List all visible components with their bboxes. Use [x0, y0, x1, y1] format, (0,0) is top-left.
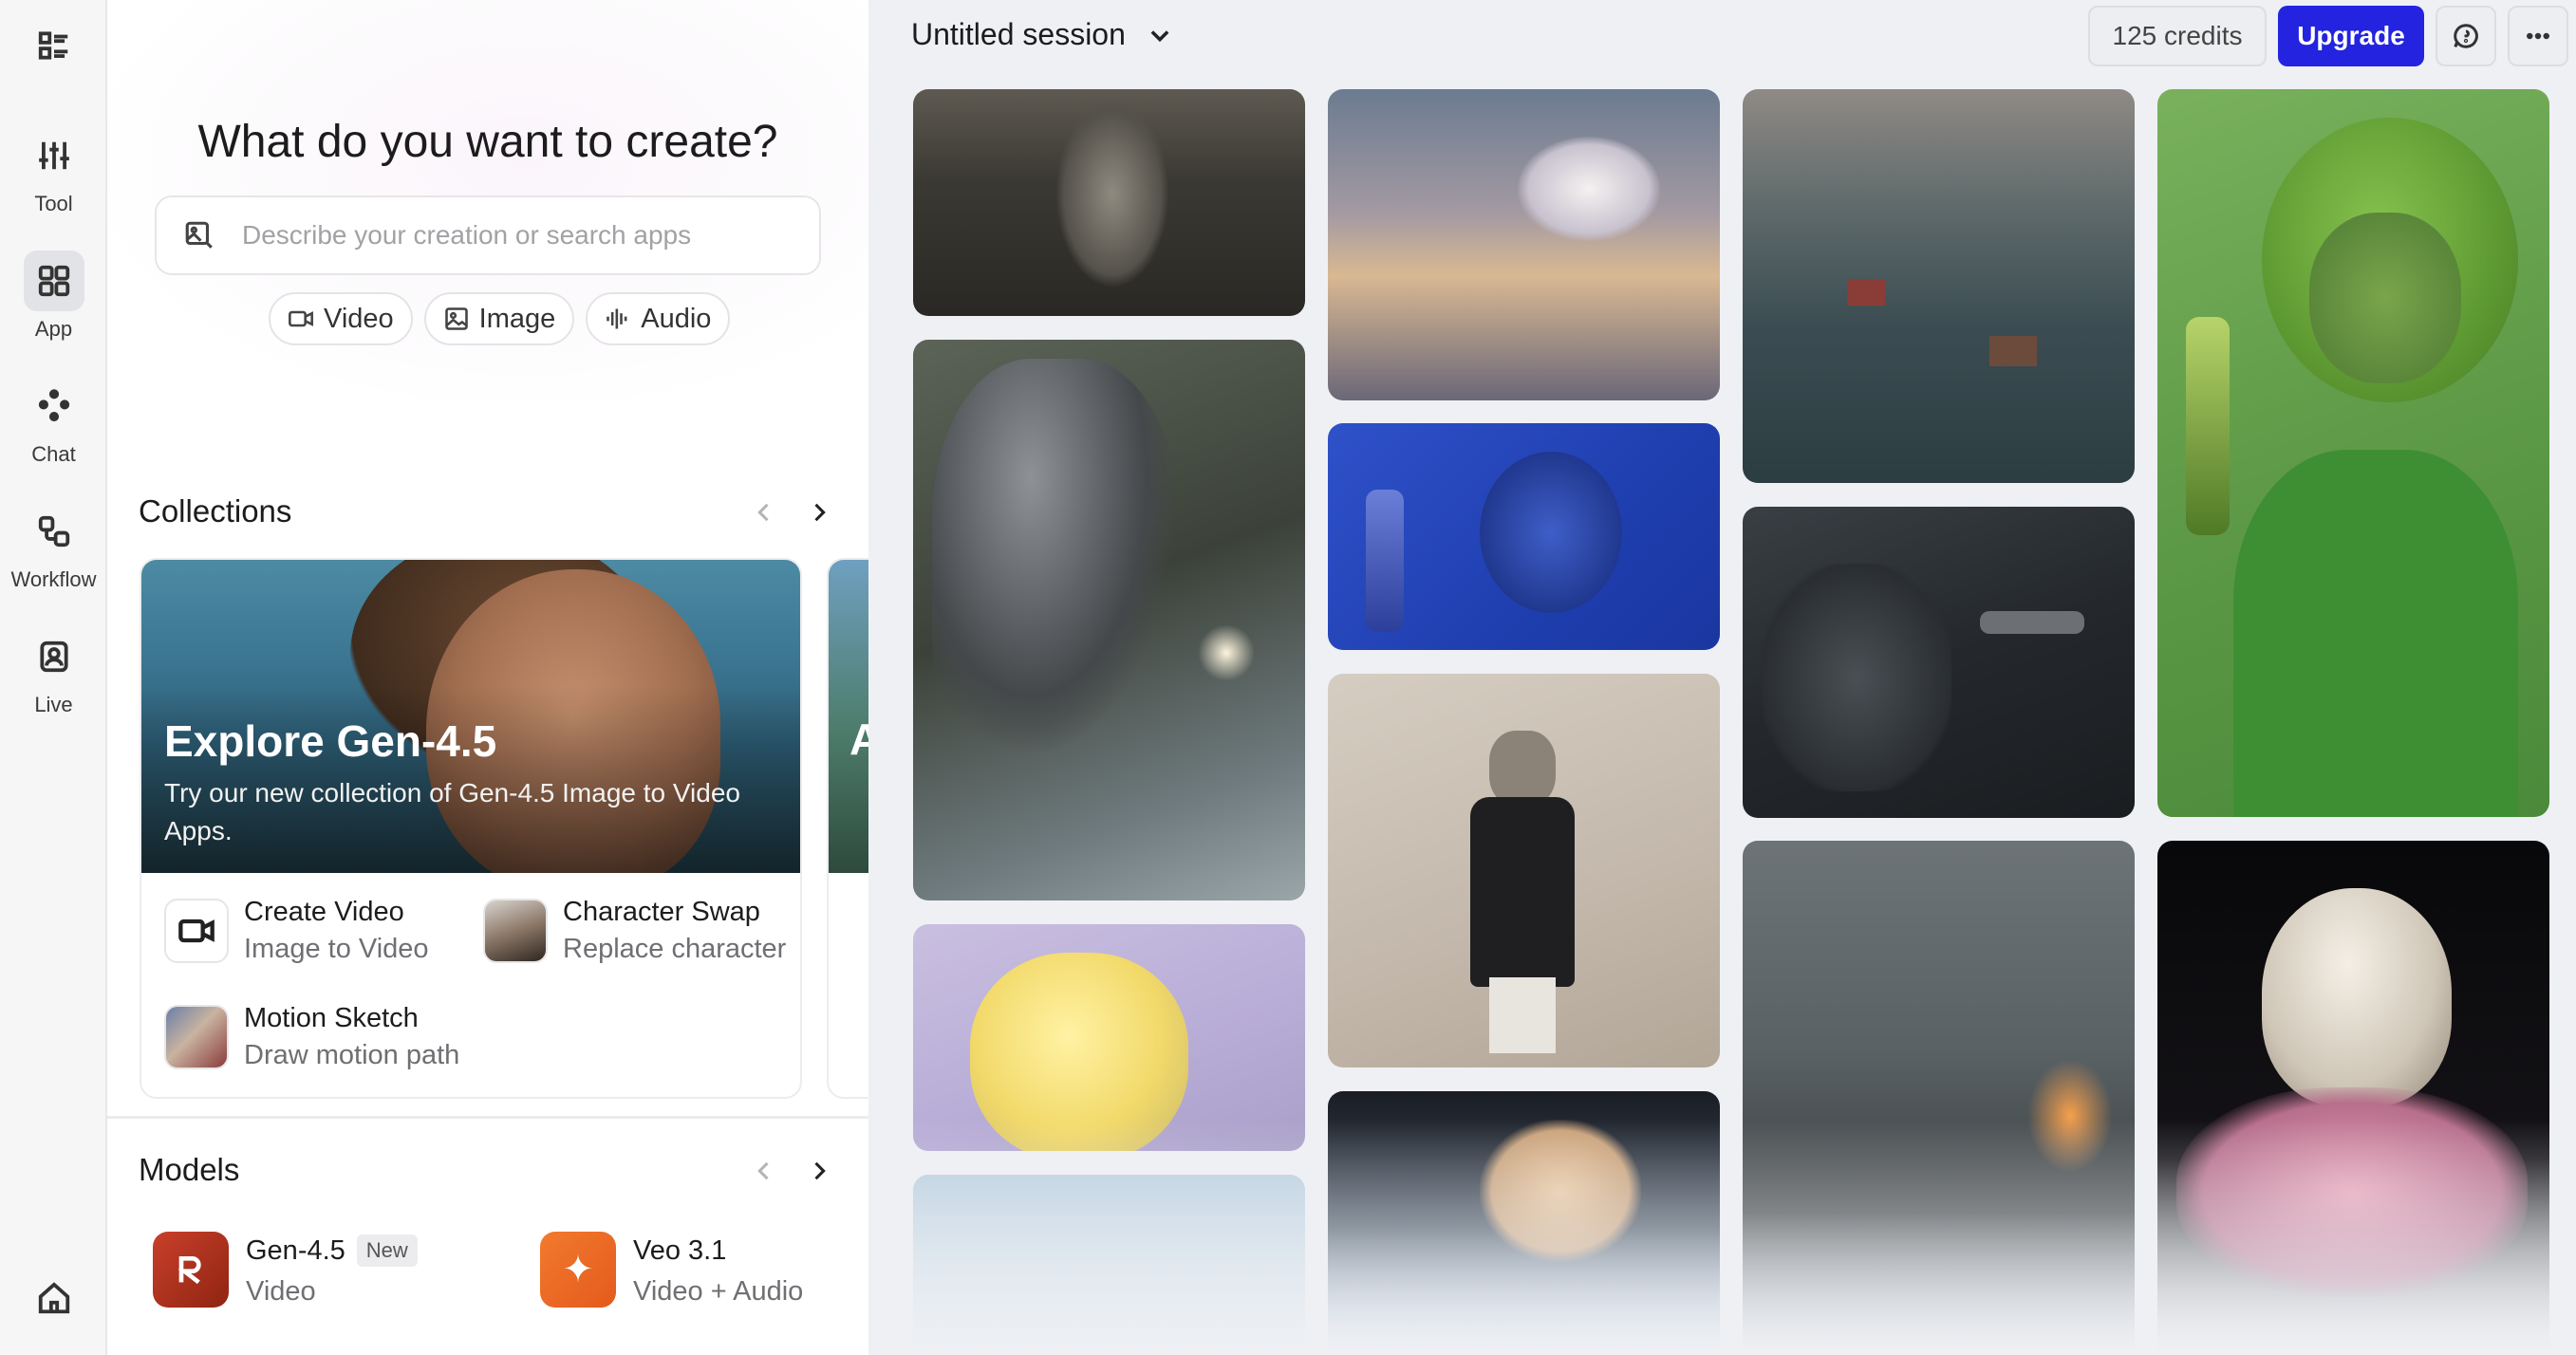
app-title: Create Video — [244, 897, 404, 927]
list-icon — [38, 31, 67, 60]
gallery-item-lime-head-fizz[interactable] — [2157, 89, 2549, 817]
grid-icon — [38, 265, 69, 297]
rail-item-chat[interactable]: Chat — [0, 376, 107, 467]
audio-waveform-icon — [607, 308, 627, 329]
chevron-left-icon[interactable] — [751, 1158, 777, 1184]
rail-item-workflow[interactable]: Workflow — [0, 501, 107, 592]
chevron-left-icon[interactable] — [751, 499, 777, 526]
collections-title: Collections — [139, 493, 292, 529]
app-subtitle: Draw motion path — [244, 1040, 460, 1070]
gallery-item-cat-paw-earth[interactable] — [1328, 1091, 1720, 1355]
session-title: Untitled session — [911, 17, 1126, 51]
chevron-right-icon[interactable] — [806, 1158, 832, 1184]
chevron-right-icon[interactable] — [806, 499, 832, 526]
gallery-item-floating-houses[interactable] — [1743, 89, 2135, 483]
video-camera-icon — [289, 310, 313, 327]
rail-label: Live — [34, 693, 73, 716]
live-icon — [39, 640, 68, 673]
model-name: Veo 3.1 — [633, 1235, 727, 1266]
rail-item-tool[interactable]: Tool — [0, 125, 107, 216]
model-name: Gen-4.5 — [246, 1235, 345, 1266]
chevron-down-icon — [1150, 29, 1169, 42]
left-rail: Tool App Chat Workflow Live — [0, 0, 107, 1355]
collections-arrows — [751, 499, 832, 526]
search-input[interactable] — [242, 220, 812, 251]
motion-sketch-thumb — [164, 1005, 229, 1069]
gallery-item-sponge-figure[interactable] — [913, 924, 1305, 1151]
credits-button[interactable]: 125 credits — [2088, 6, 2267, 66]
gallery-item-skull-brain[interactable] — [2157, 841, 2549, 1355]
top-actions: 125 credits Upgrade — [2088, 6, 2568, 66]
collection-card-gen45[interactable]: Explore Gen-4.5 Try our new collection o… — [140, 558, 802, 1099]
gallery-item-battlefield-smoke[interactable] — [1743, 841, 2135, 1355]
model-type: Video + Audio — [633, 1276, 804, 1307]
more-horizontal-icon — [2526, 32, 2550, 40]
app-title: Motion Sketch — [244, 1003, 419, 1033]
collection-subtitle: Try our new collection of Gen-4.5 Image … — [164, 778, 740, 845]
gallery-item-asteroid-ship[interactable] — [1743, 507, 2135, 818]
gallery-item-robot-soldier[interactable] — [913, 340, 1305, 900]
chip-label: Audio — [641, 303, 712, 334]
app-thumb — [164, 899, 229, 963]
chip-label: Image — [478, 303, 556, 334]
feedback-button[interactable] — [2436, 6, 2496, 66]
app-character-swap[interactable]: Character Swap Replace character — [483, 894, 786, 968]
app-title: Character Swap — [563, 897, 760, 927]
app-subtitle: Replace character — [563, 934, 787, 964]
rail-menu-button[interactable] — [0, 15, 107, 82]
gallery-item-robots-hallway[interactable] — [913, 89, 1305, 316]
page-title: What do you want to create? — [197, 117, 778, 167]
sparkle-dots-icon — [38, 389, 69, 422]
models-arrows — [751, 1158, 832, 1184]
gallery-item-jellyfish-sky[interactable] — [1328, 89, 1720, 400]
rail-label: Tool — [34, 192, 73, 215]
workflow-icon — [38, 515, 69, 548]
rail-label: Workflow — [10, 567, 97, 591]
character-portrait-thumb — [483, 899, 548, 963]
collection-hero-image: Explore Gen-4.5 Try our new collection o… — [141, 560, 800, 873]
media-filter-chips: Video Image Audio — [269, 292, 731, 345]
collection-card-next[interactable]: A — [827, 558, 868, 1099]
rail-label: Chat — [31, 442, 76, 466]
collection-title: Explore Gen-4.5 — [164, 716, 497, 766]
chip-image[interactable]: Image — [423, 292, 575, 345]
rail-label: App — [34, 317, 73, 341]
app-motion-sketch[interactable]: Motion Sketch Draw motion path — [164, 1000, 459, 1074]
chat-bubble-icon — [2454, 24, 2478, 48]
new-badge: New — [356, 1234, 418, 1267]
apps-panel: What do you want to create? Video Image … — [107, 0, 868, 1355]
video-camera-icon — [178, 919, 215, 943]
image-icon — [444, 307, 468, 330]
runway-logo-icon — [153, 1232, 229, 1308]
model-gen45[interactable]: Gen-4.5 New Video — [153, 1232, 418, 1313]
home-icon — [38, 1282, 69, 1314]
chip-label: Video — [324, 303, 394, 334]
model-type: Video — [246, 1276, 316, 1307]
gallery-item-fizz-blue[interactable] — [1328, 423, 1720, 650]
session-selector[interactable]: Untitled session — [911, 17, 1173, 52]
app-subtitle: Image to Video — [244, 934, 429, 964]
rail-home-button[interactable] — [0, 1268, 107, 1334]
collection-title-partial: A — [849, 714, 868, 765]
model-veo31[interactable]: ✦ Veo 3.1 Video + Audio — [540, 1232, 803, 1313]
gallery-item-sky-figure[interactable] — [913, 1175, 1305, 1355]
rail-item-app[interactable]: App — [0, 251, 107, 342]
gallery-area: Untitled session 125 credits Upgrade — [868, 0, 2576, 1355]
sparkle-icon: ✦ — [540, 1232, 616, 1308]
section-divider — [107, 1116, 868, 1119]
chip-video[interactable]: Video — [269, 292, 413, 345]
sliders-icon — [38, 141, 69, 170]
rail-item-live[interactable]: Live — [0, 626, 107, 717]
gallery-item-cat-head-coat[interactable] — [1328, 674, 1720, 1067]
upgrade-button[interactable]: Upgrade — [2278, 6, 2424, 66]
image-search-icon — [185, 221, 213, 249]
search-box[interactable] — [155, 195, 821, 275]
models-title: Models — [139, 1152, 240, 1187]
more-options-button[interactable] — [2508, 6, 2568, 66]
chip-audio[interactable]: Audio — [586, 292, 731, 345]
app-create-video[interactable]: Create Video Image to Video — [164, 894, 429, 968]
